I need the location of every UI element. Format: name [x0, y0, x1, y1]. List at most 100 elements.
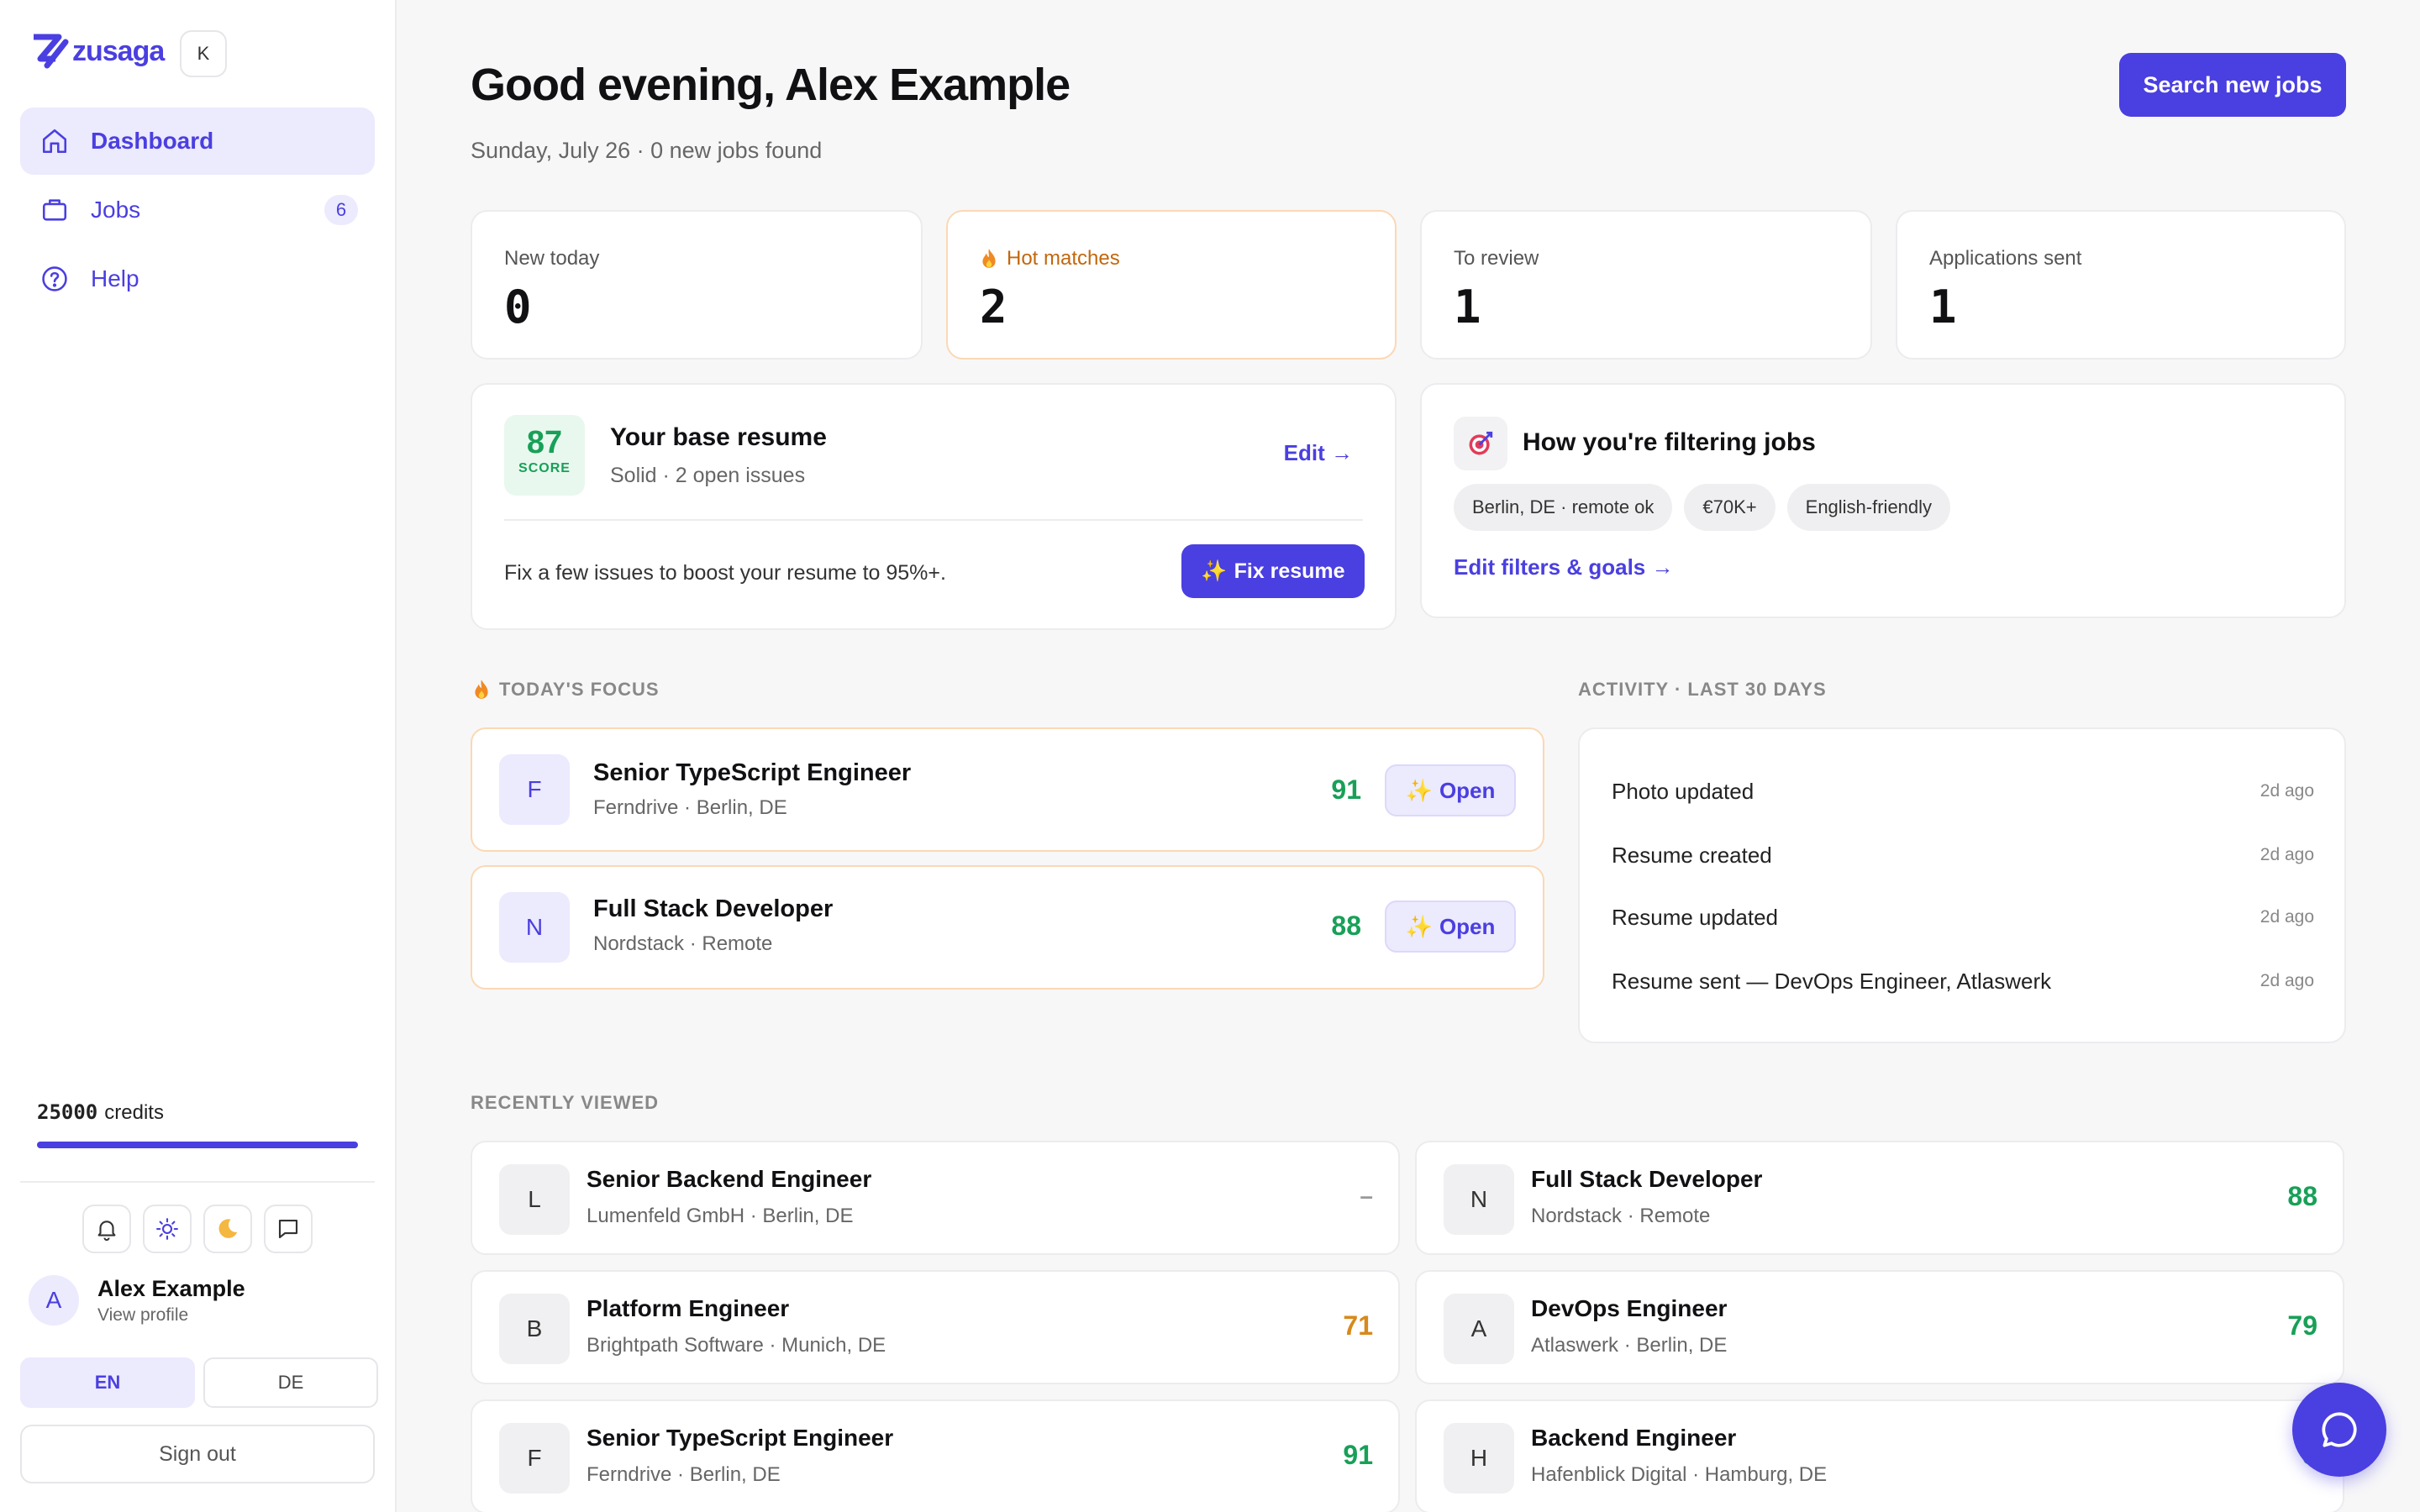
- job-title: Backend Engineer: [1531, 1425, 1737, 1451]
- command-shortcut-button[interactable]: K: [180, 30, 227, 77]
- sidebar-item-dashboard[interactable]: Dashboard: [20, 108, 375, 175]
- filter-chips: Berlin, DE · remote ok €70K+ English-fri…: [1454, 484, 1951, 531]
- resume-score-value: 87: [526, 425, 563, 460]
- sidebar-item-label: Jobs: [91, 197, 141, 223]
- lang-de-button[interactable]: DE: [203, 1357, 378, 1408]
- filters-card: How you're filtering jobs Berlin, DE · r…: [1420, 383, 2346, 618]
- resume-hint: Fix a few issues to boost your resume to…: [504, 561, 946, 585]
- sign-out-button[interactable]: Sign out: [20, 1425, 375, 1483]
- recent-job-card[interactable]: N Full Stack Developer Nordstack · Remot…: [1415, 1141, 2344, 1255]
- todays-focus-heading: TODAY'S FOCUS: [472, 679, 660, 701]
- stat-card-new-today[interactable]: New today 0: [471, 210, 923, 360]
- job-company: Lumenfeld GmbH · Berlin, DE: [587, 1205, 854, 1227]
- briefcase-icon: [42, 199, 67, 221]
- filter-chip-salary[interactable]: €70K+: [1684, 484, 1776, 531]
- stat-label: Hot matches: [1007, 247, 1120, 270]
- open-label: Open: [1439, 777, 1496, 803]
- page-subtitle: Sunday, July 26 · 0 new jobs found: [471, 138, 823, 163]
- edit-resume-link[interactable]: Edit →: [1284, 440, 1353, 466]
- dark-theme-button[interactable]: [203, 1205, 252, 1253]
- stat-label: New today: [504, 247, 600, 270]
- focus-job-card[interactable]: F Senior TypeScript Engineer Ferndrive ·…: [471, 727, 1544, 852]
- resume-score-label: SCORE: [518, 461, 571, 475]
- notifications-button[interactable]: [82, 1205, 131, 1253]
- sidebar-item-label: Help: [91, 265, 139, 291]
- stat-label: To review: [1454, 247, 1539, 270]
- stat-value: 1: [1929, 281, 1957, 333]
- job-company: Nordstack · Remote: [593, 932, 773, 955]
- recent-job-card[interactable]: A DevOps Engineer Atlaswerk · Berlin, DE…: [1415, 1270, 2344, 1384]
- credits-balance: 25000 credits: [37, 1100, 164, 1125]
- open-job-button[interactable]: ✨ Open: [1385, 900, 1516, 953]
- match-score: 71: [1343, 1310, 1373, 1341]
- support-chat-button[interactable]: [2292, 1383, 2386, 1477]
- activity-item: Resume updated 2d ago: [1612, 900, 2314, 934]
- sparkle-icon: ✨: [1405, 777, 1433, 803]
- user-profile[interactable]: A Alex Example View profile: [29, 1275, 245, 1326]
- filter-chip-location[interactable]: Berlin, DE · remote ok: [1454, 484, 1673, 531]
- sun-icon: [156, 1218, 178, 1240]
- edit-filters-link[interactable]: Edit filters & goals →: [1454, 554, 1674, 580]
- activity-text: Resume created: [1612, 842, 1772, 868]
- company-logo: B: [499, 1294, 570, 1364]
- stat-value: 2: [980, 281, 1007, 333]
- target-icon: [1454, 417, 1507, 470]
- filter-chip-language[interactable]: English-friendly: [1786, 484, 1951, 531]
- match-score: 79: [2287, 1310, 2317, 1341]
- view-profile-link[interactable]: View profile: [97, 1305, 245, 1326]
- sparkle-icon: ✨: [1201, 559, 1228, 583]
- sidebar: zusaga K Dashboard Jobs 6 Help 25000 cre…: [0, 0, 397, 1512]
- open-job-button[interactable]: ✨ Open: [1385, 764, 1516, 816]
- search-new-jobs-button[interactable]: Search new jobs: [2119, 53, 2346, 117]
- sidebar-nav: Dashboard Jobs 6 Help: [20, 108, 375, 314]
- activity-heading: ACTIVITY · LAST 30 DAYS: [1578, 679, 1827, 700]
- moon-icon: [218, 1219, 238, 1238]
- help-circle-icon: [42, 266, 67, 291]
- resume-card: 87 SCORE Your base resume Solid · 2 open…: [471, 383, 1397, 630]
- divider: [504, 519, 1363, 521]
- recent-job-card[interactable]: H Backend Engineer Hafenblick Digital · …: [1415, 1399, 2344, 1512]
- credits-label: credits: [104, 1101, 164, 1124]
- feedback-button[interactable]: [264, 1205, 313, 1253]
- job-title: Senior TypeScript Engineer: [593, 759, 912, 786]
- recent-job-card[interactable]: B Platform Engineer Brightpath Software …: [471, 1270, 1400, 1384]
- stat-card-hot-matches[interactable]: Hot matches 2: [946, 210, 1397, 360]
- resume-status: Solid · 2 open issues: [610, 464, 806, 487]
- fix-resume-button[interactable]: ✨ Fix resume: [1181, 544, 1365, 598]
- activity-time: 2d ago: [2260, 971, 2314, 990]
- company-logo: F: [499, 754, 570, 825]
- sidebar-item-jobs[interactable]: Jobs 6: [20, 176, 375, 244]
- stat-value: 1: [1454, 281, 1481, 333]
- stat-value: 0: [504, 281, 532, 333]
- chat-bubble-icon: [2322, 1412, 2357, 1447]
- job-title: Senior TypeScript Engineer: [587, 1425, 894, 1451]
- brand-logo[interactable]: zusaga: [30, 32, 165, 71]
- focus-job-card[interactable]: N Full Stack Developer Nordstack · Remot…: [471, 865, 1544, 990]
- stat-card-applications-sent[interactable]: Applications sent 1: [1896, 210, 2346, 360]
- light-theme-button[interactable]: [143, 1205, 192, 1253]
- match-score: 91: [1331, 774, 1361, 805]
- stat-card-to-review[interactable]: To review 1: [1420, 210, 1872, 360]
- sparkle-icon: ✨: [1405, 913, 1433, 939]
- language-switcher: EN DE: [20, 1357, 378, 1408]
- brand-name: zusaga: [72, 34, 165, 67]
- lang-en-button[interactable]: EN: [20, 1357, 195, 1408]
- sidebar-item-help[interactable]: Help: [20, 245, 375, 312]
- home-icon: [42, 129, 67, 154]
- activity-text: Resume sent — DevOps Engineer, Atlaswerk: [1612, 968, 2052, 994]
- recent-job-card[interactable]: F Senior TypeScript Engineer Ferndrive ·…: [471, 1399, 1400, 1512]
- chat-icon: [278, 1219, 298, 1239]
- activity-time: 2d ago: [2260, 907, 2314, 927]
- activity-item: Resume sent — DevOps Engineer, Atlaswerk…: [1612, 964, 2314, 998]
- open-label: Open: [1439, 913, 1496, 939]
- recent-job-card[interactable]: L Senior Backend Engineer Lumenfeld GmbH…: [471, 1141, 1400, 1255]
- stat-label: Applications sent: [1929, 247, 2082, 270]
- sidebar-tools: [82, 1205, 313, 1253]
- avatar: A: [29, 1275, 79, 1326]
- company-logo: H: [1444, 1423, 1514, 1494]
- match-score: 88: [2287, 1181, 2317, 1211]
- job-company: Atlaswerk · Berlin, DE: [1531, 1334, 1728, 1357]
- activity-time: 2d ago: [2260, 845, 2314, 864]
- company-logo: A: [1444, 1294, 1514, 1364]
- job-company: Brightpath Software · Munich, DE: [587, 1334, 886, 1357]
